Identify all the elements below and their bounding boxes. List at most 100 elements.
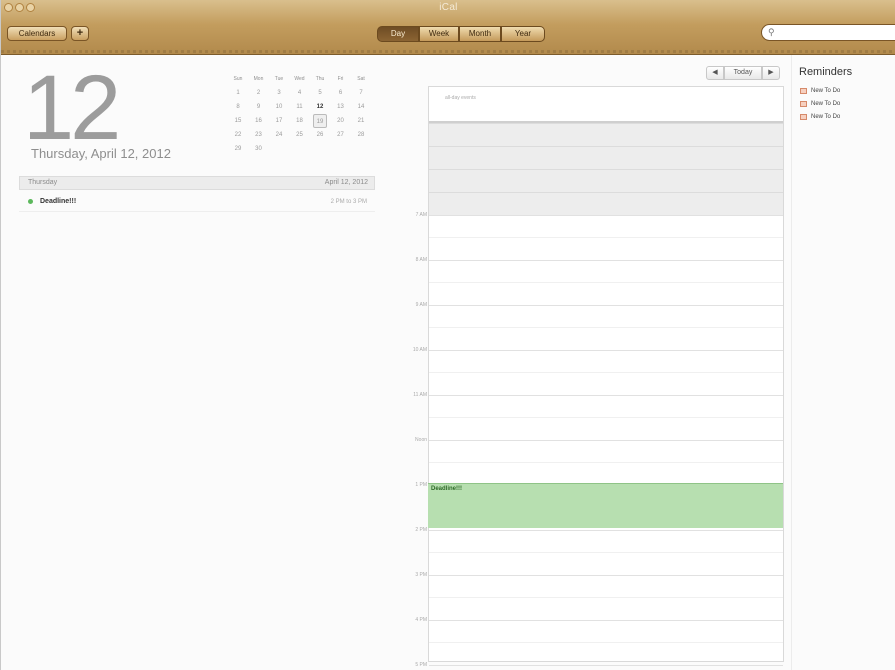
mini-calendar-day[interactable]: 14 [354, 100, 368, 114]
mini-calendar-day[interactable]: 4 [293, 86, 307, 100]
mini-calendar-day[interactable]: 20 [334, 114, 348, 128]
calendar-color-dot [28, 199, 33, 204]
day-grid[interactable]: all-day events [428, 86, 784, 666]
mini-calendar-week: 22 23 24 25 26 27 28 [231, 128, 374, 142]
mini-calendar-day[interactable]: 8 [231, 100, 245, 114]
reminders-title: Reminders [799, 66, 853, 78]
half-hour-line [429, 462, 783, 463]
mini-calendar-week: 1234567 [231, 86, 374, 100]
event-list-date: April 12, 2012 [324, 179, 368, 186]
hour-line [429, 575, 783, 576]
half-hour-line [429, 417, 783, 418]
hour-line [429, 260, 783, 261]
mini-calendar-day[interactable]: 12 [313, 100, 327, 114]
tab-year[interactable]: Year [501, 26, 545, 42]
calendars-button[interactable]: Calendars [7, 26, 67, 41]
mini-calendar-day[interactable]: 26 [313, 128, 327, 142]
mini-calendar-day[interactable]: 2 [252, 86, 266, 100]
next-day-button[interactable]: ▶ [762, 66, 780, 80]
mini-calendar-day[interactable]: 18 [293, 114, 307, 128]
ical-window: iCal Calendars + Day Week Month Year ⚲ 1… [0, 0, 895, 670]
hour-label: 11 AM [413, 392, 427, 398]
mini-calendar-day[interactable]: 22 [231, 128, 245, 142]
hour-line [429, 665, 783, 666]
toolbar-stitching [1, 50, 895, 53]
mini-calendar-day [354, 142, 368, 156]
mini-calendar-week: 29 30 [231, 142, 374, 156]
half-hour-line [429, 282, 783, 283]
mini-calendar-day[interactable]: 17 [272, 114, 286, 128]
today-button[interactable]: Today [724, 66, 762, 80]
hour-line [429, 305, 783, 306]
mini-calendar-day[interactable]: 7 [354, 86, 368, 100]
search-input[interactable]: ⚲ [761, 24, 895, 41]
mini-calendar-day[interactable]: 24 [272, 128, 286, 142]
reminder-checkbox[interactable] [800, 114, 807, 120]
mini-calendar-day[interactable]: 11 [293, 100, 307, 114]
mini-calendar-day[interactable]: 16 [252, 114, 266, 128]
previous-day-button[interactable]: ◀ [706, 66, 724, 80]
weekday-label: Tue [274, 76, 284, 82]
mini-calendar-day[interactable]: 30 [252, 142, 266, 156]
tab-week[interactable]: Week [419, 26, 459, 42]
hour-label: 5 PM [415, 662, 427, 668]
mini-calendar-week: 15 16 17 18 19 20 21 [231, 114, 374, 128]
all-day-section[interactable]: all-day events [429, 87, 783, 123]
hour-label: 3 PM [415, 572, 427, 578]
event-list-header: Thursday April 12, 2012 [19, 176, 375, 190]
event-list-item[interactable]: Deadline!!! 2 PM to 3 PM [19, 193, 375, 212]
reminders-divider [791, 55, 792, 670]
event-list-day: Thursday [28, 179, 58, 186]
mini-calendar-day[interactable]: 15 [231, 114, 245, 128]
event-list-time: 2 PM to 3 PM [330, 199, 367, 205]
window-title: iCal [439, 2, 458, 13]
mini-calendar-day[interactable]: 10 [272, 100, 286, 114]
event-list-name: Deadline!!! [40, 198, 77, 205]
hour-line [429, 440, 783, 441]
reminder-label: New To Do [811, 101, 841, 107]
reminder-checkbox[interactable] [800, 101, 807, 107]
mini-calendar-day[interactable]: 27 [334, 128, 348, 142]
search-icon: ⚲ [768, 27, 775, 37]
mini-calendar-day[interactable]: 21 [354, 114, 368, 128]
hour-line [429, 395, 783, 396]
long-date: Thursday, April 12, 2012 [31, 146, 171, 161]
half-hour-line [429, 192, 783, 193]
add-calendar-button[interactable]: + [71, 26, 89, 41]
mini-calendar-day[interactable]: 23 [252, 128, 266, 142]
hour-line [429, 215, 783, 216]
all-day-label: all-day events [445, 95, 476, 101]
mini-calendar-day[interactable]: 5 [313, 86, 327, 100]
hour-label: 1 PM [415, 482, 427, 488]
tab-day[interactable]: Day [377, 26, 419, 42]
mini-calendar-day[interactable]: 1 [231, 86, 245, 100]
hour-line [429, 620, 783, 621]
reminder-label: New To Do [811, 88, 841, 94]
hour-label: 7 AM [415, 212, 427, 218]
hour-label: 8 AM [415, 257, 427, 263]
mini-calendar-day[interactable]: 9 [252, 100, 266, 114]
hour-label: 4 PM [415, 617, 427, 623]
hour-label: 9 AM [415, 302, 427, 308]
half-hour-line [429, 146, 783, 147]
tab-month[interactable]: Month [459, 26, 501, 42]
mini-calendar-days: 1 2 3 4 5 6 7 8 9 10 11 12 13 14 15 16 17 18 19 20 21 22 23 24 2… [231, 86, 374, 156]
mini-calendar-day[interactable]: 19 [313, 114, 327, 128]
reminder-checkbox[interactable] [800, 88, 807, 94]
weekday-label: Sun [233, 76, 243, 82]
mini-calendar-day[interactable]: 6 [334, 86, 348, 100]
mini-calendar-day[interactable]: 13 [334, 100, 348, 114]
half-hour-line [429, 123, 783, 124]
mini-calendar-day[interactable]: 25 [293, 128, 307, 142]
mini-calendar-day[interactable]: 29 [231, 142, 245, 156]
mini-calendar-day[interactable]: 28 [354, 128, 368, 142]
weekday-label: Thu [315, 76, 325, 82]
mini-calendar-week: 8 9 10 11 12 13 14 [231, 100, 374, 114]
hour-label: Noon [415, 437, 427, 443]
mini-calendar: Sun Mon Tue Wed Thu Fri Sat 1 2 3 4 5 6 7 8 9 10 1… [231, 72, 374, 156]
event-block[interactable]: Deadline!!! [428, 483, 783, 528]
hour-line [429, 530, 783, 531]
weekday-label: Mon [253, 76, 264, 82]
weekday-label: Wed [294, 76, 305, 82]
mini-calendar-day[interactable]: 3 [272, 86, 286, 100]
